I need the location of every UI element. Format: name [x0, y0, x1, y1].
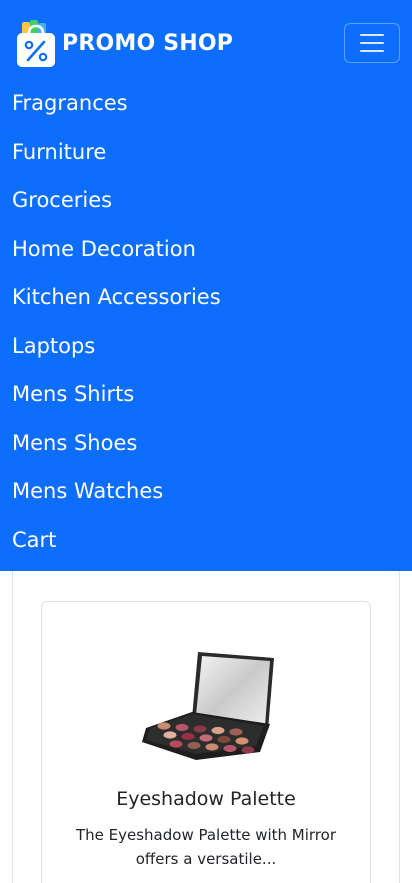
nav-item-fragrances[interactable]: Fragrances — [12, 79, 221, 128]
nav-item-kitchen-accessories[interactable]: Kitchen Accessories — [12, 273, 221, 322]
nav-item-home-decoration[interactable]: Home Decoration — [12, 225, 221, 274]
product-title: Eyeshadow Palette — [116, 788, 296, 810]
brand-link[interactable]: PROMO SHOP — [16, 18, 233, 68]
hamburger-menu-icon — [360, 34, 384, 52]
product-description: The Eyeshadow Palette with Mirror offers… — [75, 826, 336, 868]
nav-item-groceries[interactable]: Groceries — [12, 176, 221, 225]
eyeshadow-palette-image — [142, 652, 274, 760]
nav-item-cart[interactable]: Cart — [12, 516, 221, 565]
nav-item-mens-shirts[interactable]: Mens Shirts — [12, 370, 221, 419]
shopping-bag-percent-icon — [17, 20, 55, 67]
brand-name: PROMO SHOP — [62, 30, 234, 56]
nav-item-mens-shoes[interactable]: Mens Shoes — [12, 419, 221, 468]
nav-item-furniture[interactable]: Furniture — [12, 128, 221, 177]
navbar-toggler-button[interactable] — [344, 23, 400, 63]
navbar: PROMO SHOP Fragrances Furniture Grocerie… — [0, 0, 412, 571]
product-card[interactable]: Eyeshadow Palette The Eyeshadow Palette … — [41, 601, 371, 883]
nav-menu: Fragrances Furniture Groceries Home Deco… — [12, 79, 221, 564]
nav-item-laptops[interactable]: Laptops — [12, 322, 221, 371]
nav-item-mens-watches[interactable]: Mens Watches — [12, 467, 221, 516]
